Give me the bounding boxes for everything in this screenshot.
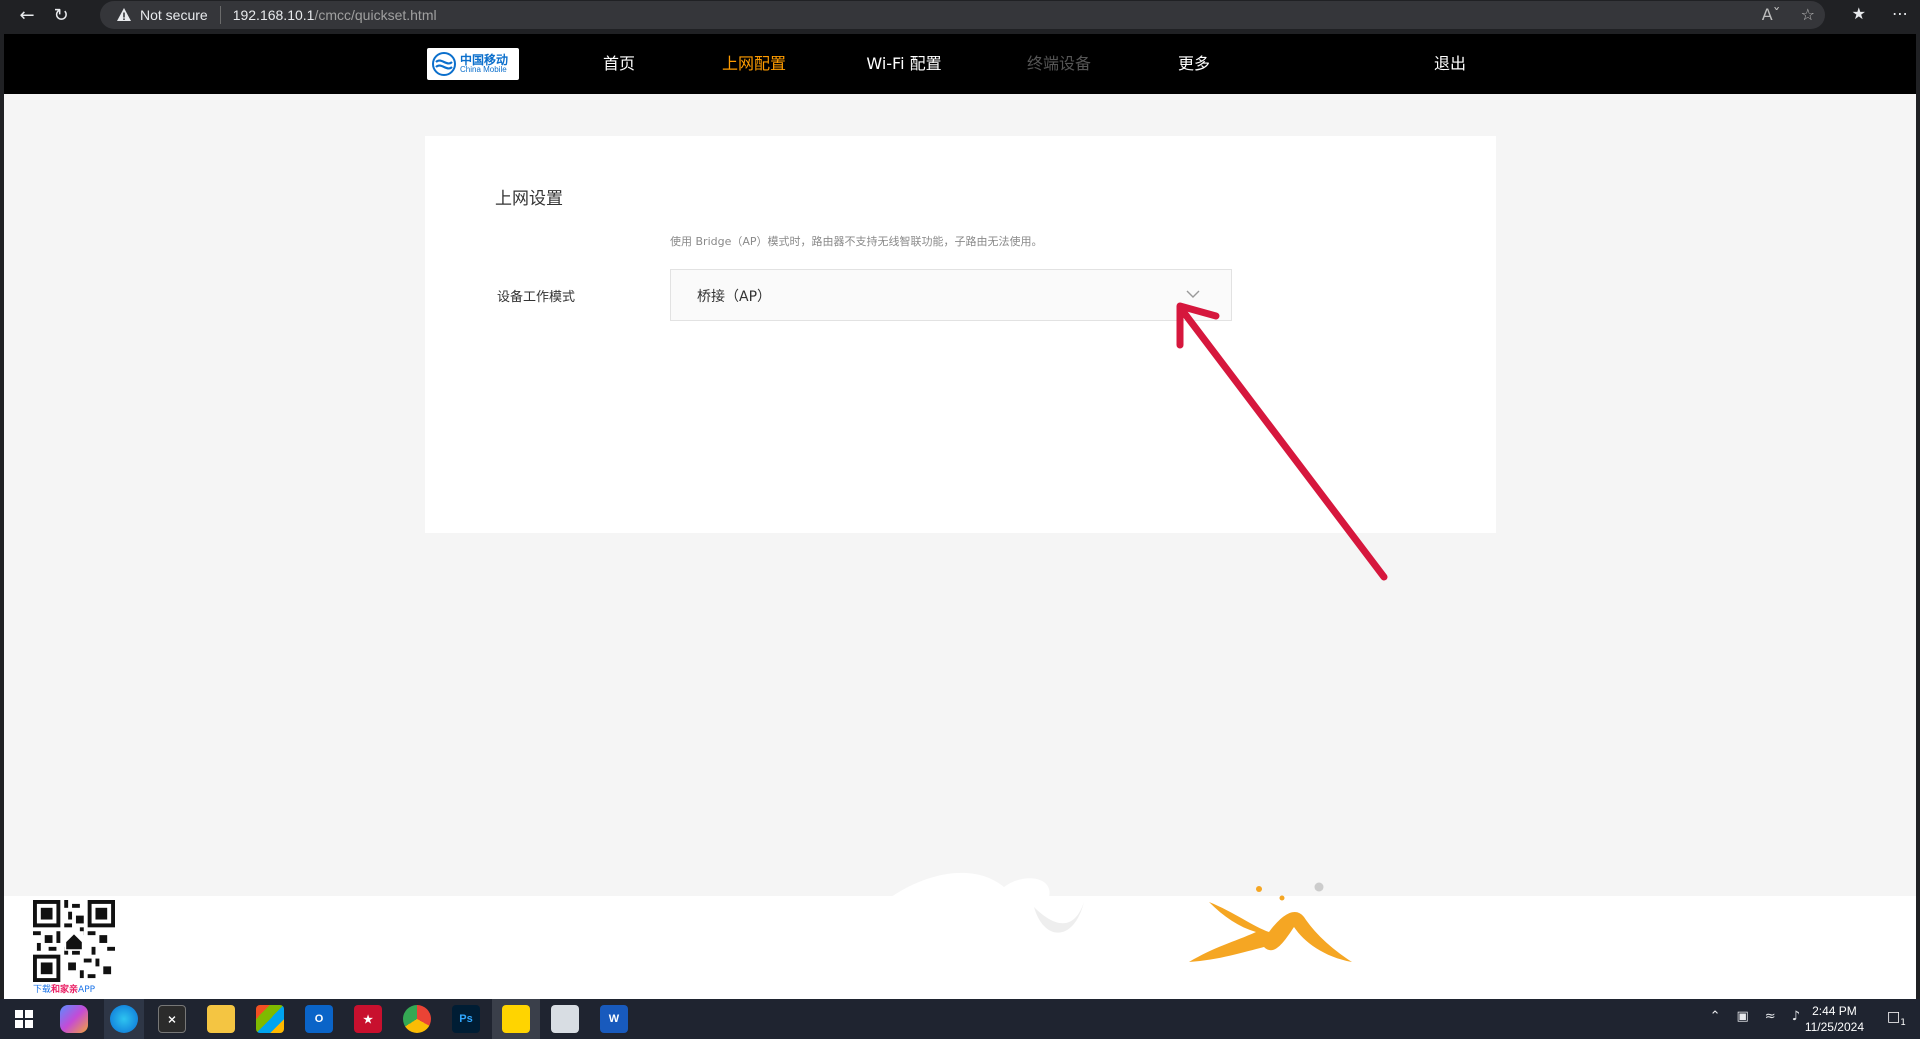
notification-icon[interactable]: □1 bbox=[1887, 1009, 1906, 1028]
nav-item-devices: 终端设备 bbox=[1026, 54, 1091, 73]
system-tray: ⌃ ▣ ≈ ♪ bbox=[1710, 1009, 1800, 1024]
system-clock[interactable]: 2:44 PM 11/25/2024 bbox=[1805, 1003, 1864, 1035]
china-mobile-logo-icon bbox=[432, 52, 456, 76]
china-mobile-logo[interactable]: 中国移动 China Mobile bbox=[427, 48, 519, 80]
footer-decoration bbox=[884, 872, 1352, 962]
capcut-icon[interactable]: ⨯ bbox=[158, 1005, 186, 1033]
address-bar[interactable]: Not secure 192.168.10.1/cmcc/quickset.ht… bbox=[100, 1, 1825, 29]
clock-date: 11/25/2024 bbox=[1804, 1020, 1864, 1034]
qr-caption-prefix: 下载 bbox=[33, 985, 52, 995]
edge-icon[interactable] bbox=[110, 1005, 138, 1033]
router-nav: 中国移动 China Mobile 首页 上网配置 Wi-Fi 配置 终端设备 … bbox=[4, 34, 1916, 94]
qr-caption-brand: 和家亲 bbox=[51, 985, 79, 995]
collections-icon[interactable]: ★ bbox=[1852, 4, 1866, 23]
read-aloud-icon[interactable]: Aˇ bbox=[1762, 5, 1781, 24]
red-app-icon[interactable]: ★ bbox=[354, 1005, 382, 1033]
windows-taskbar: ⨯ O ★ Ps W ⌃ ▣ ≈ ♪ 2:44 PM 11/25/2024 □1 bbox=[0, 999, 1920, 1039]
work-mode-value: 桥接（AP） bbox=[697, 289, 772, 305]
work-mode-label: 设备工作模式 bbox=[497, 290, 576, 305]
file-explorer-icon[interactable] bbox=[207, 1005, 235, 1033]
chevron-down-icon[interactable] bbox=[1185, 288, 1201, 300]
work-mode-select[interactable]: 桥接（AP） bbox=[670, 269, 1232, 321]
clock-time: 2:44 PM bbox=[1812, 1004, 1857, 1018]
back-icon[interactable]: ← bbox=[10, 0, 44, 30]
page-title: 上网设置 bbox=[495, 189, 563, 209]
settings-card: 上网设置 使用 Bridge（AP）模式时，路由器不支持无线智联功能，子路由无法… bbox=[425, 136, 1496, 533]
nav-item-home[interactable]: 首页 bbox=[579, 34, 659, 94]
nav-item-internet-config[interactable]: 上网配置 bbox=[704, 34, 804, 94]
url-host: 192.168.10.1 bbox=[232, 7, 315, 23]
warning-icon bbox=[117, 8, 131, 21]
url-path: /cmcc/quickset.html bbox=[314, 7, 437, 23]
omnibox-actions: Aˇ ☆ bbox=[1762, 5, 1815, 24]
sticky-notes-icon[interactable] bbox=[502, 1005, 530, 1033]
notification-count: 1 bbox=[1900, 1017, 1906, 1028]
outlook-icon[interactable]: O bbox=[305, 1005, 333, 1033]
browser-toolbar: ← ↻ Not secure 192.168.10.1/cmcc/quickse… bbox=[0, 0, 1920, 30]
nav-item-more[interactable]: 更多 bbox=[1154, 34, 1234, 94]
microsoft-store-icon[interactable] bbox=[256, 1005, 284, 1033]
meet-icon[interactable]: ▣ bbox=[1737, 1009, 1749, 1024]
reload-icon[interactable]: ↻ bbox=[44, 0, 78, 30]
chevron-up-icon[interactable]: ⌃ bbox=[1710, 1009, 1721, 1024]
qr-caption-suffix: APP bbox=[78, 985, 96, 995]
logout-link[interactable]: 退出 bbox=[1410, 34, 1490, 94]
favorite-icon[interactable]: ☆ bbox=[1801, 5, 1815, 24]
more-icon[interactable]: ⋯ bbox=[1892, 4, 1908, 23]
page-viewport: 中国移动 China Mobile 首页 上网配置 Wi-Fi 配置 终端设备 … bbox=[4, 34, 1916, 999]
word-icon[interactable]: W bbox=[600, 1005, 628, 1033]
chrome-icon[interactable] bbox=[403, 1005, 431, 1033]
security-status[interactable]: Not secure bbox=[140, 7, 208, 23]
volume-icon[interactable]: ♪ bbox=[1792, 1009, 1800, 1024]
network-app-icon[interactable] bbox=[551, 1005, 579, 1033]
url-text[interactable]: 192.168.10.1/cmcc/quickset.html bbox=[233, 7, 437, 23]
omnibox-divider bbox=[219, 6, 221, 24]
logo-en-text: China Mobile bbox=[460, 65, 507, 74]
app-qr-code bbox=[33, 900, 115, 982]
photoshop-icon[interactable]: Ps bbox=[452, 1005, 480, 1033]
toolbar-actions: ★ ⋯ bbox=[1852, 4, 1908, 23]
windows-start-icon[interactable] bbox=[10, 1005, 38, 1033]
nav-item-wifi-config[interactable]: Wi-Fi 配置 bbox=[849, 34, 959, 94]
copilot-icon[interactable] bbox=[60, 1005, 88, 1033]
bridge-mode-hint: 使用 Bridge（AP）模式时，路由器不支持无线智联功能，子路由无法使用。 bbox=[670, 235, 1043, 248]
qr-caption: 下载和家亲APP bbox=[33, 982, 95, 995]
wifi-icon[interactable]: ≈ bbox=[1765, 1009, 1776, 1024]
